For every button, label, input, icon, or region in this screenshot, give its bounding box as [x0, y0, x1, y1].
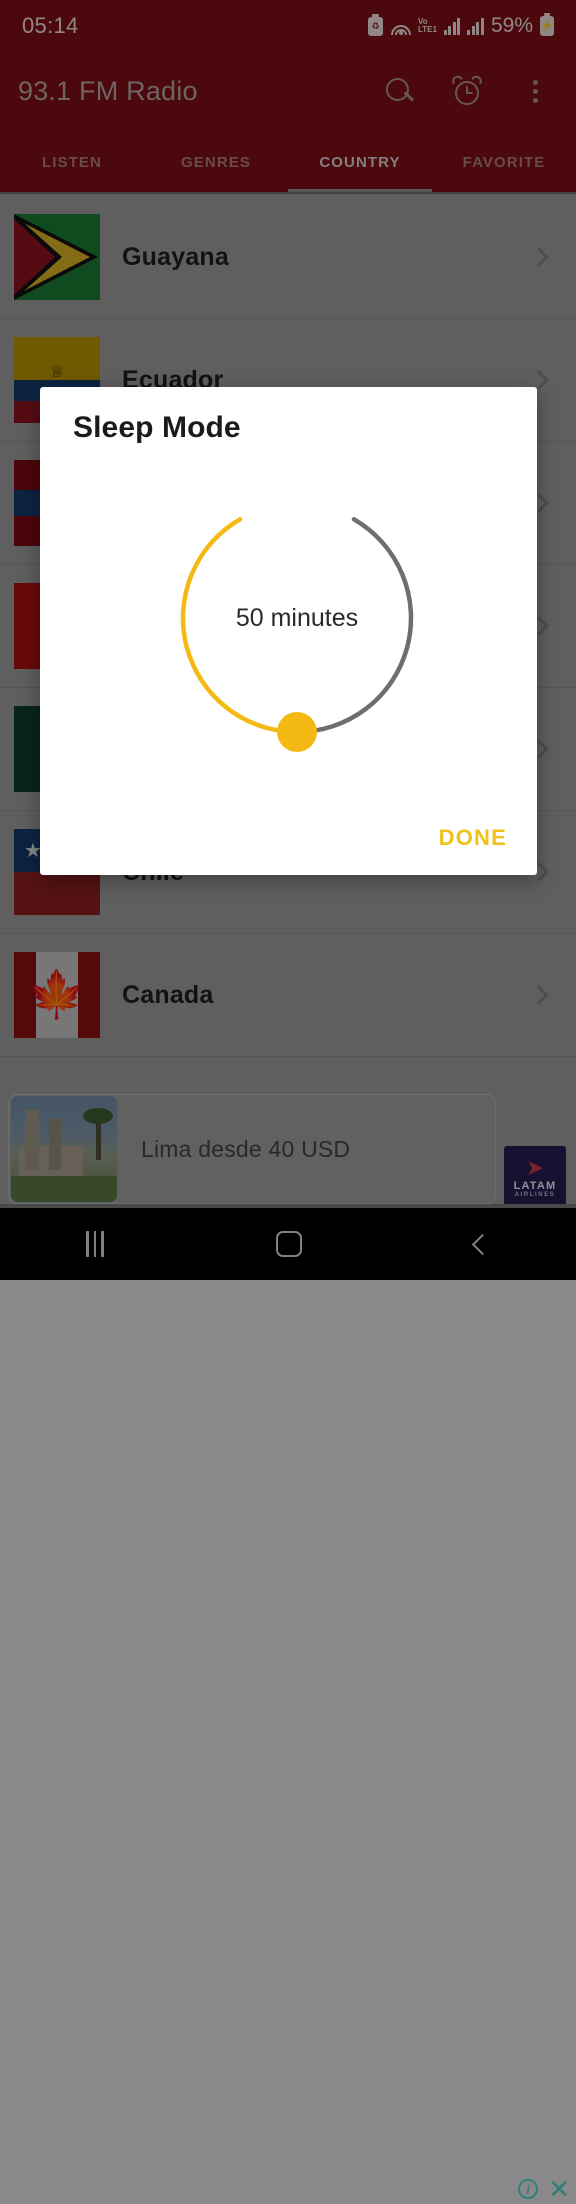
dialog-title: Sleep Mode	[73, 411, 241, 444]
sleep-mode-dialog: Sleep Mode 50 minutes DONE	[40, 387, 537, 875]
dial-value-label: 50 minutes	[235, 603, 359, 632]
done-button[interactable]: DONE	[439, 825, 507, 851]
app-root: 05:14 ♻ Vo LTE1 59% ⚡ 93.1 FM Radio LIST…	[0, 0, 576, 2202]
sleep-duration-dial[interactable]: 50 minutes	[162, 483, 432, 753]
ad-close-icon[interactable]: ✕	[548, 2176, 570, 2202]
ad-info-icon[interactable]: i	[518, 2179, 538, 2199]
